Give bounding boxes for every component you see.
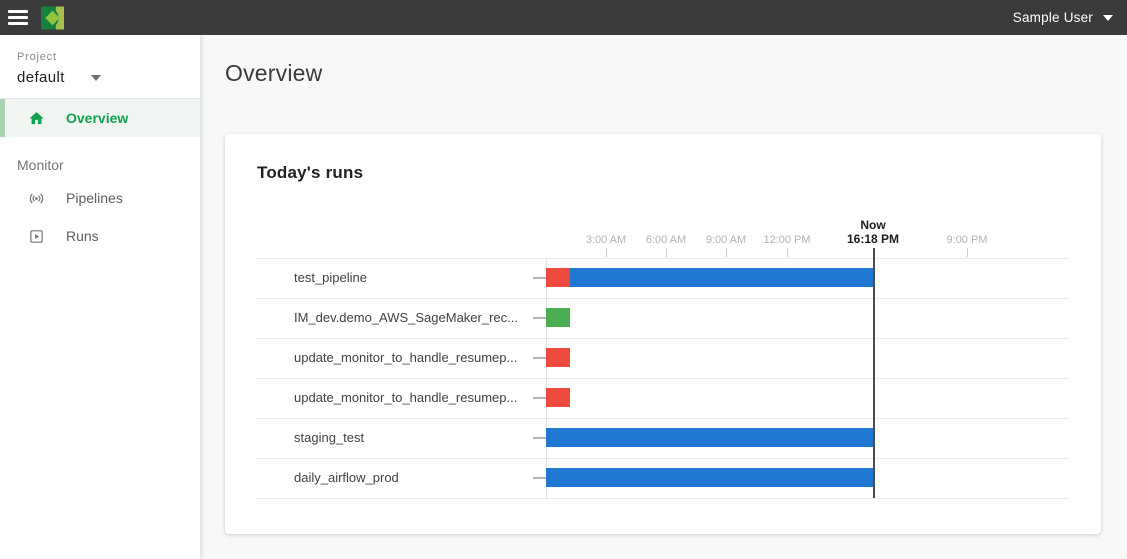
run-row-label: staging_test <box>294 418 529 458</box>
axis-tick <box>666 248 667 257</box>
run-row-label: update_monitor_to_handle_resumep... <box>294 338 529 378</box>
row-tick-dash <box>533 357 546 359</box>
sidebar: Project default Overview Monitor Pipelin… <box>0 35 200 559</box>
axis-tick <box>967 248 968 257</box>
run-bar-red[interactable] <box>546 268 570 287</box>
sidebar-section-monitor: Monitor <box>17 157 200 173</box>
axis-tick-label: 3:00 AM <box>586 234 626 246</box>
sidebar-item-pipelines[interactable]: Pipelines <box>0 179 200 217</box>
sidebar-item-runs[interactable]: Runs <box>0 217 200 255</box>
page-title: Overview <box>225 60 322 87</box>
row-tick-dash <box>533 397 546 399</box>
sidebar-item-label: Pipelines <box>66 190 123 206</box>
run-bar-green[interactable] <box>546 308 570 327</box>
home-icon <box>28 110 45 127</box>
run-bar-red[interactable] <box>546 348 570 367</box>
now-label: Now <box>860 218 885 232</box>
chevron-down-icon <box>1103 15 1113 21</box>
row-tick-dash <box>533 277 546 279</box>
main-content: Overview Today's runs 3:00 AM6:00 AM9:00… <box>200 35 1127 559</box>
row-separator <box>257 498 1069 499</box>
now-time-label: 16:18 PM <box>847 232 899 246</box>
run-row-label: test_pipeline <box>294 258 529 298</box>
project-label: Project <box>17 51 183 63</box>
run-row-label: IM_dev.demo_AWS_SageMaker_rec... <box>294 298 529 338</box>
axis-tick <box>787 248 788 257</box>
project-block: Project default <box>0 35 200 98</box>
app-logo-icon <box>41 6 64 30</box>
run-bar-blue[interactable] <box>546 468 873 487</box>
todays-runs-card: Today's runs 3:00 AM6:00 AM9:00 AM12:00 … <box>225 134 1101 534</box>
run-row-label: update_monitor_to_handle_resumep... <box>294 378 529 418</box>
row-tick-dash <box>533 437 546 439</box>
pipelines-icon <box>28 190 45 207</box>
run-bar-blue[interactable] <box>546 428 873 447</box>
axis-tick-label: 6:00 AM <box>646 234 686 246</box>
user-menu-label: Sample User <box>1013 10 1093 25</box>
sidebar-item-label: Runs <box>66 228 99 244</box>
todays-runs-chart: 3:00 AM 6:00 AM 9:00 AM 12:00 PM 9:00 PM Now1… <box>225 134 1101 534</box>
run-bar-red[interactable] <box>546 388 570 407</box>
app-root: Sample User Project default Overview Mon… <box>0 0 1127 559</box>
topbar: Sample User <box>0 0 1127 35</box>
row-tick-dash <box>533 317 546 319</box>
sidebar-item-label: Overview <box>66 110 128 126</box>
plot-start-line <box>546 258 547 498</box>
run-row-label: daily_airflow_prod <box>294 458 529 498</box>
row-tick-dash <box>533 477 546 479</box>
axis-tick-label: 9:00 PM <box>947 234 988 246</box>
axis-tick <box>726 248 727 257</box>
project-selected-value: default <box>17 69 65 86</box>
axis-tick-label: 12:00 PM <box>763 234 810 246</box>
run-bar-blue[interactable] <box>570 268 873 287</box>
menu-icon[interactable] <box>8 10 28 25</box>
runs-icon <box>28 228 45 245</box>
user-menu[interactable]: Sample User <box>1013 10 1113 25</box>
now-line <box>873 248 875 498</box>
project-select[interactable]: default <box>17 69 183 86</box>
chevron-down-icon <box>91 75 101 81</box>
axis-tick-label: 9:00 AM <box>706 234 746 246</box>
axis-tick <box>606 248 607 257</box>
sidebar-item-overview[interactable]: Overview <box>0 99 200 137</box>
